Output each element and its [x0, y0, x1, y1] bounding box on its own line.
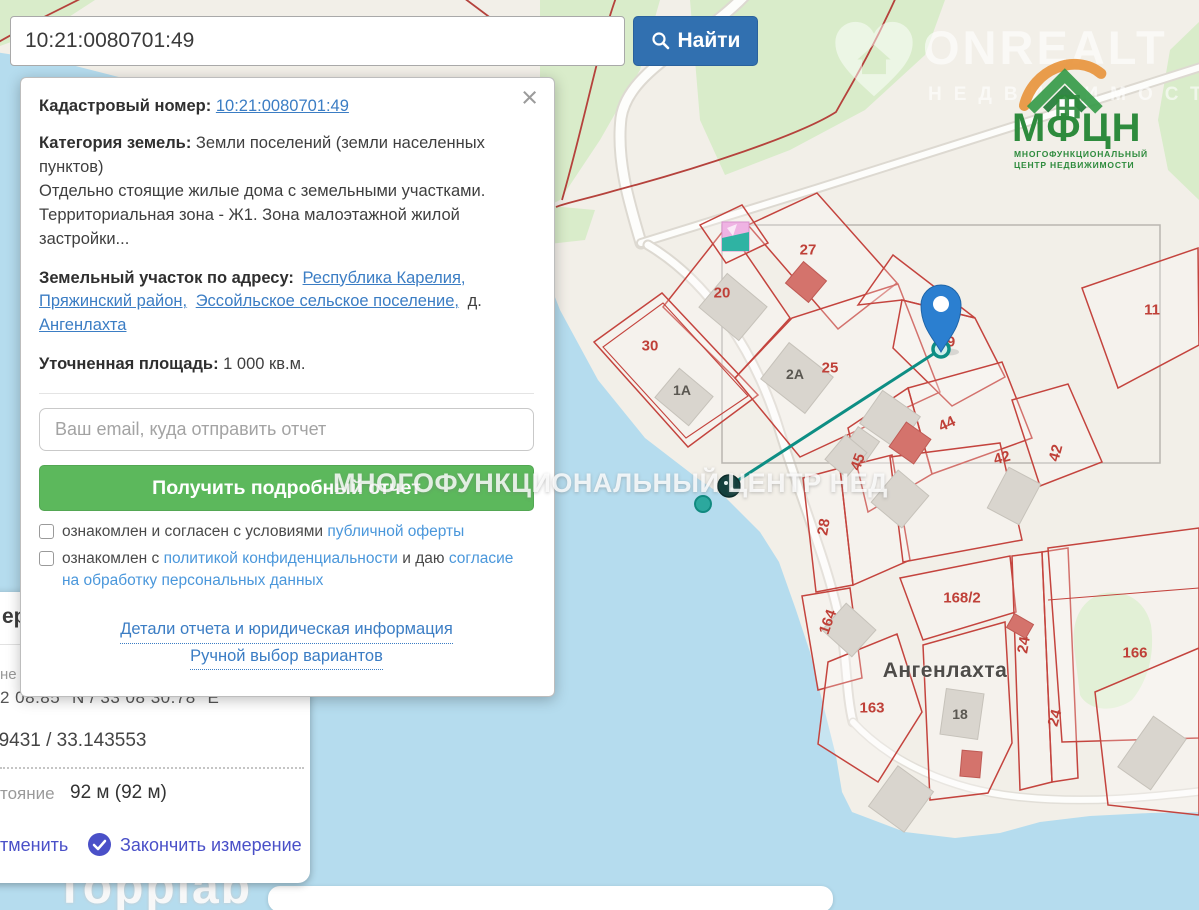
cadastral-number-label: Кадастровый номер: — [39, 97, 211, 115]
area-value: 1 000 кв.м. — [219, 355, 306, 373]
privacy-checkbox[interactable] — [39, 551, 54, 566]
bottom-attribution-bar — [268, 886, 833, 910]
search-button-label: Найти — [678, 29, 741, 53]
address-village-link[interactable]: Ангенлахта — [39, 316, 126, 334]
offer-checkbox[interactable] — [39, 524, 54, 539]
address-region-link[interactable]: Республика Карелия, — [303, 269, 466, 287]
finish-check-icon[interactable] — [88, 833, 111, 856]
search-button[interactable]: Найти — [633, 16, 758, 66]
close-icon[interactable]: × — [521, 84, 538, 113]
search-input[interactable] — [10, 16, 625, 66]
offer-link[interactable]: публичной оферты — [327, 523, 464, 540]
address-settlement-link[interactable]: Эссойльское сельское поселение, — [196, 292, 459, 310]
popup-footer-links: Детали отчета и юридическая информация Р… — [39, 617, 534, 670]
coords-decimal: 39431 / 33.143553 — [0, 730, 147, 752]
map-canvas[interactable]: 272030259444542421128164163168/224241661… — [0, 0, 1199, 910]
offer-consent-label: ознакомлен и согласен с условиями публич… — [62, 521, 464, 543]
popup-divider — [39, 393, 534, 394]
parcel-info-popup: × Кадастровый номер: 10:21:0080701:49 Ка… — [20, 77, 555, 697]
mfcn-logo-subtitle-1: МНОГОФУНКЦИОНАЛЬНЫЙ — [1014, 149, 1148, 159]
address-plain-text: д. — [468, 292, 482, 310]
finish-measure-link[interactable]: Закончить измерение — [120, 835, 302, 856]
area-row: Уточненная площадь: 1 000 кв.м. — [39, 353, 534, 377]
dotted-divider — [0, 767, 304, 769]
offer-consent-row: ознакомлен и согласен с условиями публич… — [39, 521, 534, 543]
category-block: Категория земель: Земли поселений (земли… — [39, 132, 534, 252]
address-block: Земельный участок по адресу: Республика … — [39, 267, 534, 339]
report-details-link[interactable]: Детали отчета и юридическая информация — [120, 617, 453, 644]
address-district-link[interactable]: Пряжинский район, — [39, 292, 187, 310]
search-icon — [651, 31, 671, 51]
privacy-consent-row: ознакомлен с политикой конфиденциальност… — [39, 548, 534, 591]
cancel-measure-link[interactable]: тменить — [0, 835, 68, 856]
email-input[interactable] — [39, 408, 534, 451]
privacy-policy-link[interactable]: политикой конфиденциальности — [164, 550, 398, 567]
mfcn-logo-text: МФЦН — [1012, 106, 1142, 151]
mfcn-logo-subtitle-2: ЦЕНТР НЕДВИЖИМОСТИ — [1014, 160, 1134, 170]
category-description: Отдельно стоящие жилые дома с земельными… — [39, 180, 534, 252]
distance-value: 92 м (92 м) — [70, 782, 167, 804]
privacy-consent-label: ознакомлен с политикой конфиденциальност… — [62, 548, 534, 591]
category-label: Категория земель: — [39, 134, 191, 152]
area-label: Уточненная площадь: — [39, 355, 219, 373]
get-report-button[interactable]: Получить подробный отчет — [39, 465, 534, 511]
poi-building-icon — [722, 222, 749, 251]
address-label: Земельный участок по адресу: — [39, 269, 294, 287]
mfcn-logo: МФЦН МНОГОФУНКЦИОНАЛЬНЫЙ ЦЕНТР НЕДВИЖИМО… — [1002, 48, 1194, 170]
cadastral-number-row: Кадастровый номер: 10:21:0080701:49 — [39, 95, 534, 119]
measure-panel-label-fragment: не — [0, 666, 17, 683]
manual-selection-link[interactable]: Ручной выбор вариантов — [190, 644, 383, 671]
search-bar: Найти — [10, 16, 758, 66]
distance-label: тояние — [0, 784, 55, 804]
cadastral-number-link[interactable]: 10:21:0080701:49 — [216, 97, 349, 115]
